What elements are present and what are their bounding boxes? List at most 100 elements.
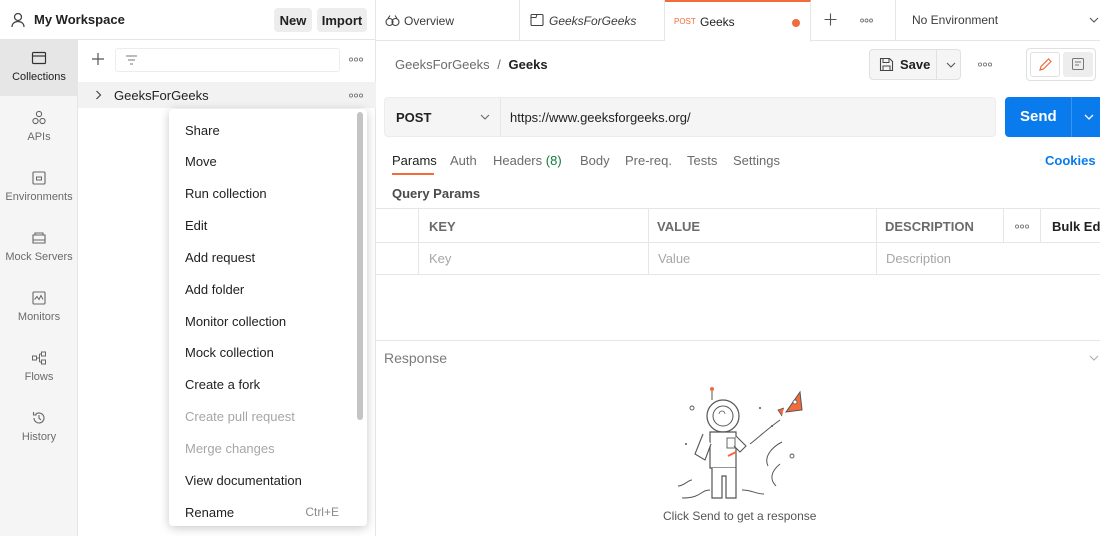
menu-item-label: Add request	[185, 249, 256, 265]
chevron-right-icon[interactable]	[95, 90, 102, 100]
send-dropdown-icon[interactable]	[1084, 114, 1094, 120]
description-input[interactable]: Description	[886, 251, 951, 266]
rail-item-apis[interactable]: APIs	[0, 100, 78, 156]
save-button[interactable]: Save	[900, 57, 930, 72]
tab-request-geeks[interactable]: POST Geeks	[665, 0, 811, 42]
tab-label: Geeks	[700, 15, 735, 29]
edit-mode-button[interactable]	[1030, 52, 1060, 77]
menu-item[interactable]: Add request	[169, 242, 367, 272]
menu-item-label: View documentation	[185, 472, 302, 488]
table-line	[1040, 208, 1041, 242]
menu-item[interactable]: View documentation	[169, 465, 367, 495]
collection-row[interactable]: GeeksForGeeks	[78, 82, 376, 108]
menu-item[interactable]: Move	[169, 147, 367, 177]
table-line	[876, 208, 877, 275]
tab-overview[interactable]: Overview	[376, 0, 520, 41]
workspace-title[interactable]: My Workspace	[34, 12, 125, 27]
plus-icon[interactable]	[91, 52, 105, 66]
menu-item[interactable]: Share	[169, 115, 367, 145]
rail-item-mock-servers[interactable]: Mock Servers	[0, 220, 78, 276]
menu-item[interactable]: Monitor collection	[169, 306, 367, 336]
new-tab-plus-icon[interactable]	[824, 13, 837, 26]
key-input[interactable]: Key	[429, 251, 451, 266]
response-label: Response	[384, 350, 448, 366]
menu-item[interactable]: Add folder	[169, 274, 367, 304]
tab-collection[interactable]: GeeksForGeeks	[520, 0, 665, 41]
nav-rail: Collections APIs Environments Mock Serve…	[0, 40, 78, 536]
menu-item[interactable]: Create a fork	[169, 370, 367, 400]
tabs-more-icon[interactable]	[860, 18, 873, 23]
table-line	[376, 242, 1100, 243]
active-tab-underline	[392, 173, 434, 175]
mock-servers-icon	[31, 230, 47, 246]
collection-name: GeeksForGeeks	[114, 88, 209, 103]
rail-item-collections[interactable]: Collections	[0, 40, 78, 96]
request-more-icon[interactable]	[978, 62, 992, 67]
url-input[interactable]: https://www.geeksforgeeks.org/	[510, 110, 691, 125]
context-menu-scrollbar[interactable]	[357, 112, 363, 420]
breadcrumb: GeeksForGeeks / Geeks	[395, 57, 548, 72]
astronaut-rocket-illustration	[668, 386, 818, 504]
tab-bar: Overview GeeksForGeeks POST Geeks No Env…	[376, 0, 1100, 42]
menu-item-label: Create a fork	[185, 377, 261, 393]
rail-label: Collections	[12, 71, 66, 83]
menu-item[interactable]: Run collection	[169, 179, 367, 209]
new-button[interactable]: New	[274, 8, 312, 32]
tab-tests[interactable]: Tests	[687, 153, 717, 168]
menu-item: Merge changes	[169, 434, 367, 464]
column-header-description: DESCRIPTION	[885, 219, 974, 234]
column-header-value: VALUE	[657, 219, 701, 234]
method-select[interactable]: POST	[385, 98, 501, 136]
tab-headers[interactable]: Headers (8)	[493, 153, 562, 168]
value-input[interactable]: Value	[658, 251, 690, 266]
filter-input[interactable]	[115, 48, 340, 72]
headers-count-badge: (8)	[545, 153, 562, 168]
table-more-icon[interactable]	[1015, 224, 1029, 229]
chevron-down-icon	[480, 114, 490, 120]
breadcrumb-separator: /	[497, 57, 501, 72]
import-button[interactable]: Import	[317, 8, 367, 32]
menu-item[interactable]: Mock collection	[169, 338, 367, 368]
tab-auth[interactable]: Auth	[450, 153, 477, 168]
comment-icon	[1071, 57, 1085, 71]
menu-item-label: Mock collection	[185, 345, 274, 361]
tab-body[interactable]: Body	[580, 153, 610, 168]
cookies-link[interactable]: Cookies	[1045, 153, 1096, 168]
flows-icon	[31, 350, 47, 366]
rail-item-environments[interactable]: Environments	[0, 160, 78, 216]
tab-pre-request[interactable]: Pre-req.	[625, 153, 672, 168]
table-line	[1003, 208, 1004, 242]
comments-button[interactable]	[1063, 52, 1093, 77]
menu-item[interactable]: Rename Ctrl+E	[169, 497, 367, 526]
save-dropdown-icon[interactable]	[946, 62, 956, 68]
save-icon	[879, 57, 894, 72]
more-options-icon[interactable]	[349, 57, 363, 62]
breadcrumb-parent[interactable]: GeeksForGeeks	[395, 57, 490, 72]
menu-item[interactable]: Edit	[169, 211, 367, 241]
menu-item-label: Edit	[185, 218, 208, 234]
send-button[interactable]: Send	[1005, 97, 1100, 137]
query-params-title: Query Params	[392, 186, 481, 201]
breadcrumb-current[interactable]: Geeks	[509, 57, 548, 72]
rail-label: Mock Servers	[5, 251, 73, 263]
rail-label: Monitors	[17, 311, 61, 323]
column-header-key: KEY	[429, 219, 456, 234]
menu-item-label: Monitor collection	[185, 313, 287, 329]
tab-settings[interactable]: Settings	[733, 153, 780, 168]
rail-item-monitors[interactable]: Monitors	[0, 280, 78, 336]
response-collapse-icon[interactable]	[1089, 355, 1099, 361]
rail-label: History	[21, 431, 57, 443]
menu-item-label: Rename	[185, 504, 235, 520]
bulk-edit-link[interactable]: Bulk Edit	[1052, 219, 1100, 234]
menu-item-label: Create pull request	[185, 409, 295, 425]
rail-label: Flows	[24, 371, 54, 383]
collection-more-icon[interactable]	[349, 93, 363, 98]
rail-item-history[interactable]: History	[0, 400, 78, 456]
unsaved-dot-icon	[792, 19, 800, 27]
divider	[936, 50, 937, 79]
tab-method-badge: POST	[674, 17, 696, 26]
filter-icon	[125, 54, 138, 66]
environment-selector[interactable]: No Environment	[895, 0, 1100, 40]
rail-item-flows[interactable]: Flows	[0, 340, 78, 396]
tab-params[interactable]: Params	[392, 153, 437, 168]
